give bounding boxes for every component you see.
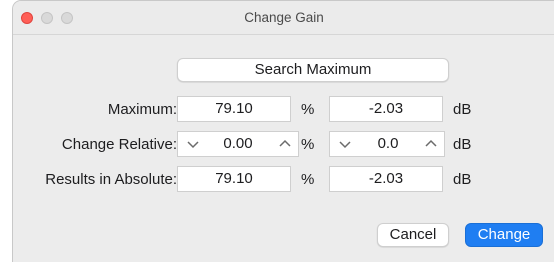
change-relative-percent-stepper[interactable]: 0.00 <box>177 131 299 157</box>
results-absolute-percent-unit: % <box>301 171 315 188</box>
change-relative-percent-value[interactable]: 0.00 <box>208 132 268 156</box>
chevron-up-icon[interactable] <box>422 135 440 153</box>
maximum-db-field[interactable]: -2.03 <box>329 96 443 122</box>
change-relative-percent-unit: % <box>301 136 315 153</box>
window-title: Change Gain <box>244 10 324 25</box>
results-absolute-db-unit: dB <box>453 171 472 188</box>
change-relative-label: Change Relative: <box>61 136 177 153</box>
maximum-percent-field[interactable]: 79.10 <box>177 96 291 122</box>
search-maximum-button[interactable]: Search Maximum <box>177 58 449 82</box>
maximum-db-unit: dB <box>453 101 472 118</box>
results-absolute-label: Results in Absolute: <box>45 171 177 188</box>
titlebar: Change Gain <box>13 1 554 35</box>
chevron-up-icon[interactable] <box>276 135 294 153</box>
maximum-percent-unit: % <box>301 101 315 118</box>
change-gain-dialog: Change Gain Search Maximum Maximum: 79.1… <box>12 0 554 262</box>
chevron-down-icon[interactable] <box>336 135 354 153</box>
change-relative-db-unit: dB <box>453 136 472 153</box>
results-absolute-db-field[interactable]: -2.03 <box>329 166 443 192</box>
change-button[interactable]: Change <box>465 223 543 247</box>
maximum-label: Maximum: <box>107 101 177 118</box>
cancel-button[interactable]: Cancel <box>377 223 449 247</box>
chevron-down-icon[interactable] <box>184 135 202 153</box>
results-absolute-percent-field[interactable]: 79.10 <box>177 166 291 192</box>
change-relative-db-stepper[interactable]: 0.0 <box>329 131 445 157</box>
change-relative-db-value[interactable]: 0.0 <box>358 132 418 156</box>
